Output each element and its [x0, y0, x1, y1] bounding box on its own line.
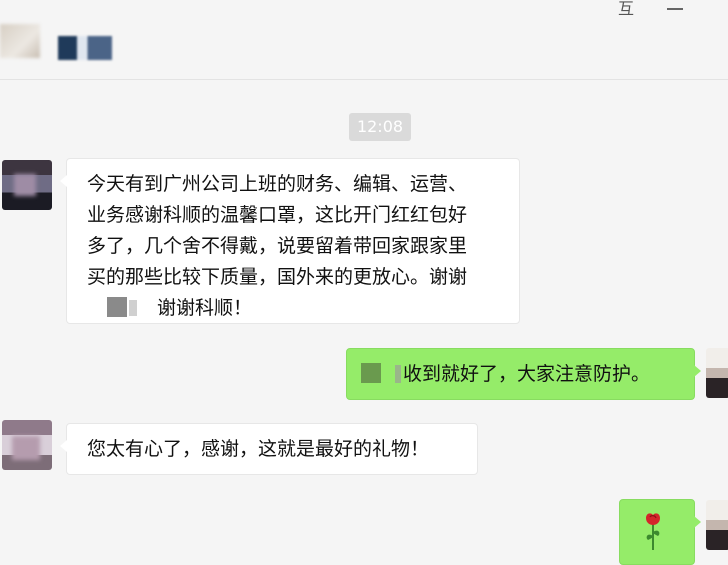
message-line-text: 谢谢科顺！	[157, 297, 253, 319]
message-text: 您太有心了，感谢，这就是最好的礼物！	[87, 438, 430, 460]
message-bubble[interactable]: 今天有到广州公司上班的财务、编辑、运营、 业务感谢科顺的温馨口罩，这比开门红红包…	[60, 158, 520, 324]
redacted-mosaic	[129, 300, 137, 316]
message-text: 收到就好了，大家注意防护。	[403, 363, 651, 385]
redacted-mosaic	[395, 365, 401, 383]
sender-avatar[interactable]	[2, 160, 52, 210]
message-line: 今天有到广州公司上班的财务、编辑、运营、	[87, 173, 468, 195]
self-avatar[interactable]	[706, 348, 728, 398]
pin-icon[interactable]: 互	[616, 0, 636, 18]
message-bubble[interactable]: 您太有心了，感谢，这就是最好的礼物！	[60, 423, 478, 475]
contact-name-redacted	[58, 36, 112, 60]
message-line: 业务感谢科顺的温馨口罩，这比开门红红包好	[87, 204, 468, 226]
minimize-icon[interactable]	[667, 8, 683, 10]
message-line: 买的那些比较下质量，国外来的更放心。谢谢	[87, 266, 468, 288]
message-line: 多了，几个舍不得戴，说要留着带回家跟家里	[87, 235, 468, 257]
sender-avatar[interactable]	[2, 420, 52, 470]
chat-header: 互	[0, 0, 728, 80]
redacted-mosaic	[107, 297, 127, 317]
message-bubble-self[interactable]: 收到就好了，大家注意防护。	[346, 348, 701, 400]
message-bubble-self[interactable]	[619, 499, 701, 565]
rose-icon	[646, 513, 660, 550]
message-timestamp: 12:08	[349, 113, 411, 141]
self-avatar[interactable]	[706, 500, 728, 550]
contact-avatar[interactable]	[0, 24, 40, 58]
message-line-last: 谢谢科顺！	[87, 293, 503, 324]
redacted-mosaic	[361, 363, 381, 383]
